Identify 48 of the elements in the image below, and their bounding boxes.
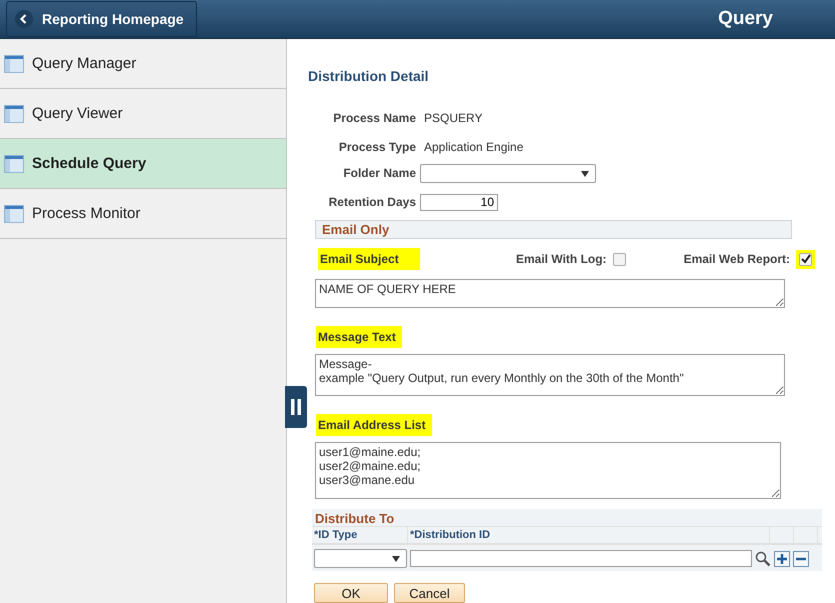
window-icon [4,104,24,122]
window-icon [4,54,24,72]
field-label: Process Type [338,140,416,154]
sidebar-label: Query Manager [32,55,136,72]
checkbox-label: Email With Log: [516,252,607,266]
collapse-handle[interactable] [285,386,307,428]
column-header: *ID Type [312,527,408,543]
sidebar-item[interactable]: Query Manager [0,39,286,89]
dropdown-arrow-icon [392,556,400,562]
sidebar-label: Process Monitor [32,205,140,222]
search-icon[interactable] [755,550,771,566]
folder-dropdown[interactable] [420,164,596,182]
field-value: PSQUERY [423,111,482,125]
address-field[interactable]: user1@maine.edu; user2@maine.edu; user3@mane.edu [315,442,781,499]
field-label: Retention Days [328,195,416,209]
field-value: Application Engine [423,140,524,154]
add-row-icon[interactable] [774,550,790,566]
field-label: Email Subject [318,248,420,270]
dropdown-arrow-icon [581,170,589,176]
sidebar-label: Query Viewer [32,105,123,122]
checkbox[interactable] [612,252,626,266]
checkbox[interactable] [799,252,812,266]
back-button[interactable]: Reporting Homepage [6,1,197,37]
pause-icon [291,399,301,415]
field-label: Email Address List [316,414,432,436]
grid-title: Distribute To [314,510,396,526]
cancel-button[interactable]: Cancel [394,583,465,603]
field-label: Folder Name [342,166,416,180]
window-icon [4,154,24,172]
delete-row-icon[interactable] [793,550,809,566]
sidebar-label: Schedule Query [32,155,146,172]
retention-field[interactable]: 10 [420,194,498,210]
field-label: Process Name [332,111,416,125]
column-header: *Distribution ID [408,527,770,543]
section-title: Email Only [322,222,390,237]
sidebar-item[interactable]: Schedule Query [0,139,286,189]
subject-field[interactable]: NAME OF QUERY HERE [315,279,785,308]
id-type-dropdown[interactable] [314,549,407,568]
window-icon [4,204,24,222]
section-heading: Distribution Detail [308,68,430,84]
sidebar-item[interactable]: Process Monitor [0,189,286,239]
distribution-id-field[interactable] [410,550,752,567]
field-label: Message Text [316,326,402,348]
checkbox-label: Email Web Report: [684,252,790,266]
ok-button[interactable]: OK [314,583,388,603]
back-icon [15,10,33,28]
page-title: Query [718,8,773,30]
message-field[interactable]: Message- example "Query Output, run every Monthly on the 30th of the Month" [315,354,785,396]
